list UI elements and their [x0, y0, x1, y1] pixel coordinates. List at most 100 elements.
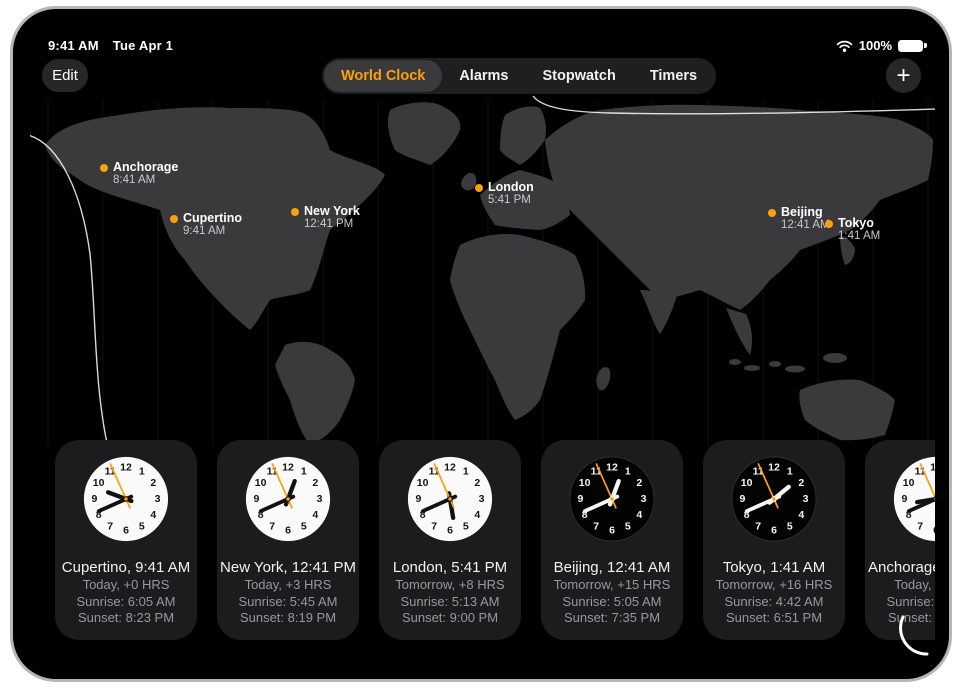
- analog-clock-light: 123456789101112: [892, 455, 935, 543]
- svg-text:10: 10: [741, 477, 753, 489]
- card-sunrise: Sunrise: 4:42 AM: [725, 594, 824, 610]
- world-clock-card-london[interactable]: 123456789101112 London, 5:41 PMTomorrow, …: [379, 440, 521, 640]
- svg-text:7: 7: [431, 520, 437, 532]
- svg-text:7: 7: [107, 520, 113, 532]
- continents: [45, 102, 933, 445]
- svg-text:9: 9: [92, 493, 98, 505]
- analog-clock-light: 123456789101112: [82, 455, 170, 543]
- card-day-offset: Today, +0 HRS: [83, 577, 170, 593]
- world-clock-card-beijing[interactable]: 123456789101112Beijing, 12:41 AMTomorrow…: [541, 440, 683, 640]
- card-sunset: Sunset: 8:19 PM: [240, 610, 336, 626]
- city-dot-icon: [100, 164, 108, 172]
- card-city-time: Tokyo, 1:41 AM: [723, 559, 826, 576]
- svg-text:12: 12: [930, 461, 935, 473]
- city-time: 12:41 AM: [781, 219, 830, 232]
- card-city-time: London, 5:41 PM: [393, 559, 507, 576]
- card-sunset: Sunset: 6:51 PM: [726, 610, 822, 626]
- edit-button[interactable]: Edit: [42, 59, 88, 92]
- analog-clock-dark: 123456789101112: [730, 455, 818, 543]
- battery-icon: [898, 40, 923, 52]
- city-dot-icon: [768, 209, 776, 217]
- city-dot-icon: [475, 184, 483, 192]
- card-sunrise: Sunrise: 5:13 AM: [401, 594, 500, 610]
- svg-text:1: 1: [787, 466, 793, 478]
- svg-text:3: 3: [803, 493, 809, 505]
- svg-text:2: 2: [636, 477, 642, 489]
- status-bar-left: 9:41 AM Tue Apr 1: [48, 38, 187, 53]
- card-day-offset: Today, +3 HRS: [245, 577, 332, 593]
- world-clock-card-cupertino[interactable]: 123456789101112Cupertino, 9:41 AMToday, …: [55, 440, 197, 640]
- svg-text:2: 2: [150, 477, 156, 489]
- city-name: Tokyo: [838, 217, 880, 230]
- svg-text:2: 2: [798, 477, 804, 489]
- svg-text:7: 7: [593, 520, 599, 532]
- decorative-arc: [890, 604, 935, 664]
- card-sunrise: Sunrise: 5:05 AM: [563, 594, 662, 610]
- tab-timers[interactable]: Timers: [633, 60, 714, 92]
- add-clock-button[interactable]: +: [886, 58, 921, 93]
- status-date: Tue Apr 1: [113, 38, 173, 53]
- city-name: Beijing: [781, 206, 830, 219]
- svg-text:4: 4: [798, 509, 804, 521]
- segmented-control: World ClockAlarmsStopwatchTimers: [322, 58, 716, 94]
- city-label: Cupertino9:41 AM: [183, 212, 242, 238]
- analog-clock-light: 123456789101112: [406, 455, 494, 543]
- city-label: Beijing12:41 AM: [781, 206, 830, 232]
- svg-text:9: 9: [254, 493, 260, 505]
- city-dot-icon: [291, 208, 299, 216]
- card-sunrise: Sunrise: 6:05 AM: [77, 594, 176, 610]
- tab-world-clock[interactable]: World Clock: [324, 60, 442, 92]
- svg-text:9: 9: [740, 493, 746, 505]
- svg-text:6: 6: [285, 525, 291, 537]
- city-label: Tokyo1:41 AM: [838, 217, 880, 243]
- svg-text:5: 5: [301, 520, 307, 532]
- svg-text:10: 10: [93, 477, 105, 489]
- card-day-offset: Tomorrow, +8 HRS: [395, 577, 504, 593]
- svg-text:4: 4: [474, 509, 480, 521]
- svg-text:5: 5: [463, 520, 469, 532]
- svg-text:2: 2: [474, 477, 480, 489]
- battery-percent: 100%: [859, 38, 892, 53]
- card-city-time: New York, 12:41 PM: [220, 559, 356, 576]
- city-dot-icon: [170, 215, 178, 223]
- world-clock-card-tokyo[interactable]: 123456789101112Tokyo, 1:41 AMTomorrow, +…: [703, 440, 845, 640]
- svg-text:4: 4: [312, 509, 318, 521]
- ipad-mockup: 9:41 AM Tue Apr 1 100% Edit World ClockAl…: [0, 0, 960, 690]
- svg-text:5: 5: [787, 520, 793, 532]
- city-time: 8:41 AM: [113, 174, 178, 187]
- svg-text:3: 3: [317, 493, 323, 505]
- card-city-time: Anchorage, 8:41 AM: [868, 559, 935, 576]
- city-time: 5:41 PM: [488, 194, 534, 207]
- clock-app-screen: 9:41 AM Tue Apr 1 100% Edit World ClockAl…: [30, 24, 935, 664]
- city-name: Cupertino: [183, 212, 242, 225]
- svg-text:10: 10: [255, 477, 267, 489]
- analog-clock-light: 123456789101112: [244, 455, 332, 543]
- svg-text:6: 6: [447, 525, 453, 537]
- svg-text:1: 1: [301, 466, 307, 478]
- city-time: 1:41 AM: [838, 230, 880, 243]
- card-day-offset: Today, -1 HRS: [894, 577, 935, 593]
- card-sunset: Sunset: 8:23 PM: [78, 610, 174, 626]
- city-label: London5:41 PM: [488, 181, 534, 207]
- svg-text:7: 7: [269, 520, 275, 532]
- city-label: Anchorage8:41 AM: [113, 161, 178, 187]
- svg-text:6: 6: [609, 525, 615, 537]
- svg-text:6: 6: [771, 525, 777, 537]
- status-time: 9:41 AM: [48, 38, 99, 53]
- terminator-line-east: [533, 96, 935, 114]
- tab-stopwatch[interactable]: Stopwatch: [526, 60, 633, 92]
- svg-text:12: 12: [282, 461, 294, 473]
- svg-text:2: 2: [312, 477, 318, 489]
- city-time: 9:41 AM: [183, 225, 242, 238]
- svg-text:12: 12: [768, 461, 780, 473]
- tab-alarms[interactable]: Alarms: [442, 60, 525, 92]
- card-sunset: Sunset: 7:35 PM: [564, 610, 660, 626]
- svg-text:4: 4: [636, 509, 642, 521]
- status-bar-right: 100%: [836, 38, 923, 53]
- world-clock-card-new-york[interactable]: 123456789101112New York, 12:41 PMToday, …: [217, 440, 359, 640]
- svg-text:12: 12: [120, 461, 132, 473]
- timezone-gridlines: [48, 100, 928, 446]
- terminator-line-west: [30, 135, 108, 448]
- card-sunrise: Sunrise: 5:45 AM: [239, 594, 338, 610]
- svg-text:1: 1: [463, 466, 469, 478]
